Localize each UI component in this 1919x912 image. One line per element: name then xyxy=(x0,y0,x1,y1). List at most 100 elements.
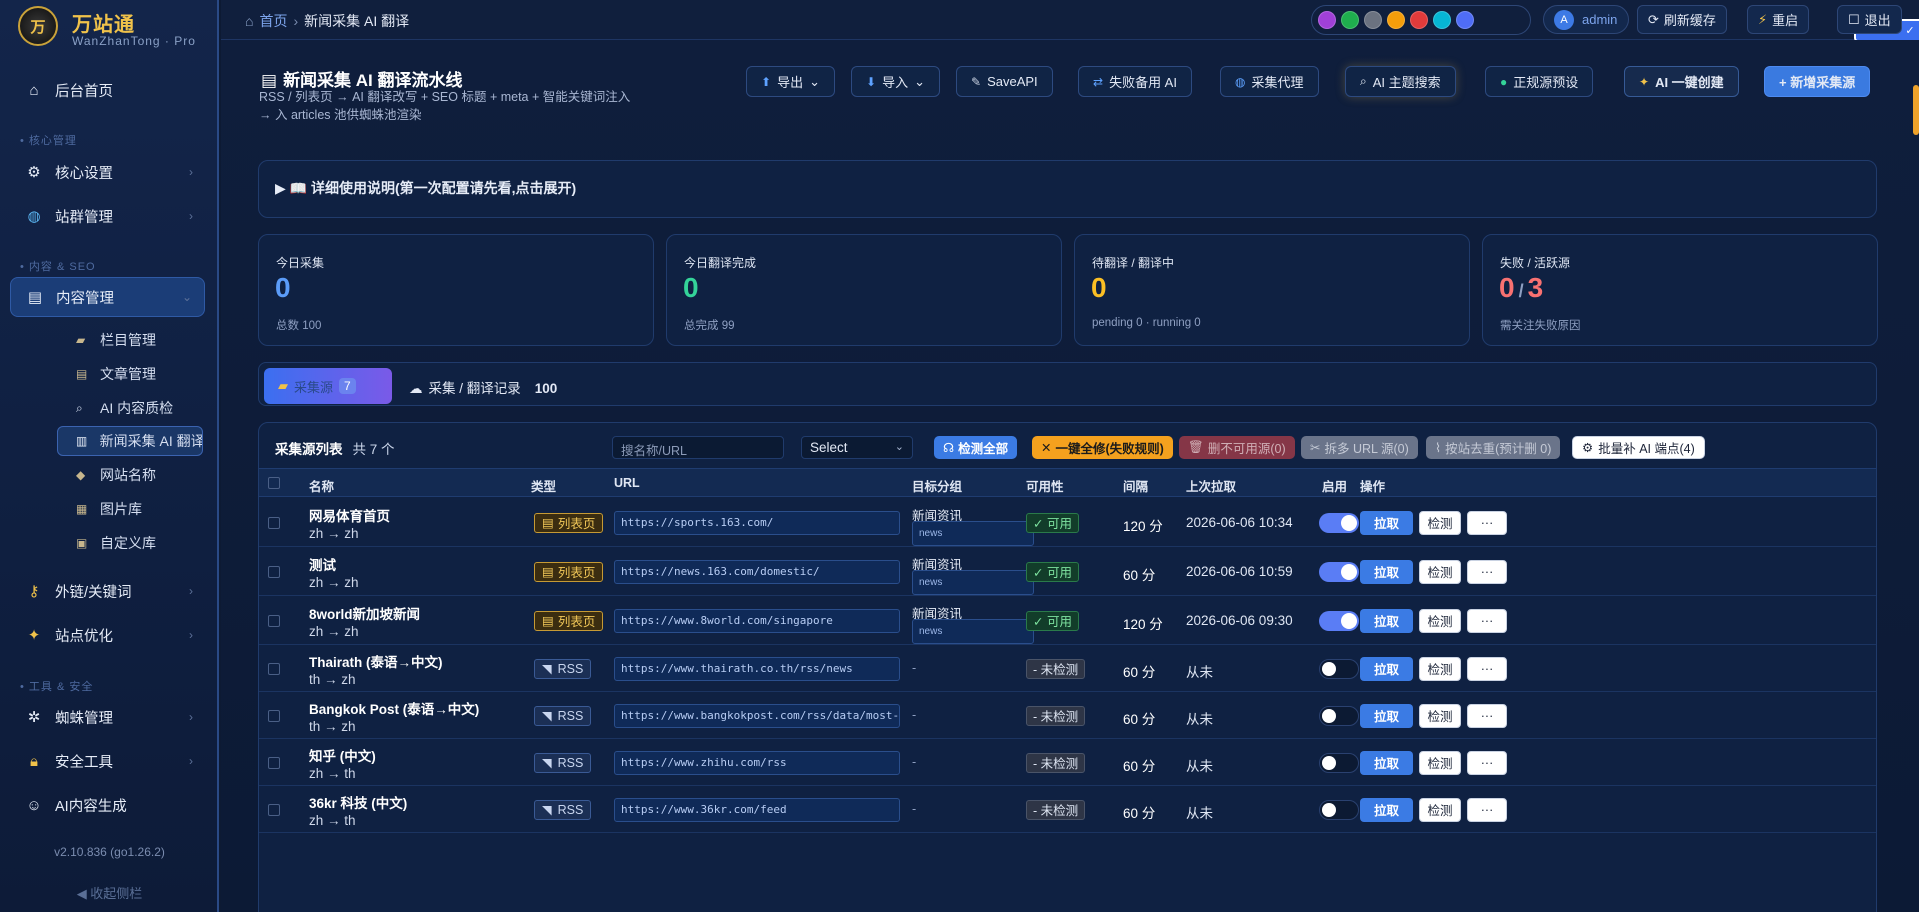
delete-unavailable-button[interactable]: 🗑︎ 删不可用源(0) xyxy=(1179,436,1295,459)
preset-sources-button[interactable]: ● 正规源预设 xyxy=(1485,66,1594,97)
pull-button[interactable]: 拉取 xyxy=(1360,559,1413,584)
group-tag-field[interactable]: news xyxy=(912,569,1034,595)
more-button[interactable]: ··· xyxy=(1467,608,1507,633)
dedupe-button[interactable]: ⌇ 按站去重(预计删 0) xyxy=(1426,436,1561,459)
row-checkbox[interactable] xyxy=(268,709,280,722)
sidebar-item-ai-gen[interactable]: ☺ AI内容生成 xyxy=(10,785,205,825)
guide-toggle[interactable]: ▶ 📖 详细使用说明(第一次配置请先看,点击展开) xyxy=(275,178,576,198)
proxy-button[interactable]: ◍ 采集代理 xyxy=(1220,66,1319,97)
batch-ai-endpoint-button[interactable]: ⚙ 批量补 AI 端点(4) xyxy=(1572,436,1705,459)
tab-records[interactable]: ☁ 采集 / 翻译记录 100 xyxy=(409,377,557,397)
sidebar-item-core-settings[interactable]: ⚙ 核心设置 › xyxy=(10,152,205,192)
url-field[interactable]: https://news.163.com/domestic/ xyxy=(614,559,900,584)
url-field[interactable]: https://www.8world.com/singapore xyxy=(614,608,900,633)
more-button[interactable]: ··· xyxy=(1467,750,1507,775)
sidebar-sub-columns[interactable]: ▰ 栏目管理 xyxy=(58,325,204,355)
check-all-button[interactable]: ☊ 检测全部 xyxy=(934,436,1018,459)
breadcrumb-home[interactable]: 首页 xyxy=(259,13,287,29)
split-url-button[interactable]: ✂ 拆多 URL 源(0) xyxy=(1301,436,1418,459)
check-button[interactable]: 检测 xyxy=(1419,510,1461,535)
select-all-checkbox[interactable] xyxy=(268,477,280,489)
url-field[interactable]: https://www.bangkokpost.com/rss/data/mos… xyxy=(614,703,900,728)
theme-swatch[interactable] xyxy=(1387,11,1405,29)
ai-create-button[interactable]: ✦ AI 一键创建 xyxy=(1624,66,1739,97)
row-checkbox[interactable] xyxy=(268,565,280,578)
enable-toggle[interactable] xyxy=(1319,561,1359,582)
pull-button[interactable]: 拉取 xyxy=(1360,750,1413,775)
more-button[interactable]: ··· xyxy=(1467,797,1507,822)
check-button[interactable]: 检测 xyxy=(1419,608,1461,633)
logout-button[interactable]: ☐ 退出 xyxy=(1837,5,1902,34)
pull-button[interactable]: 拉取 xyxy=(1360,797,1413,822)
check-button[interactable]: 检测 xyxy=(1419,797,1461,822)
fix-all-button[interactable]: ✕ 一键全修(失败规则) xyxy=(1032,436,1173,459)
check-button[interactable]: 检测 xyxy=(1419,703,1461,728)
enable-toggle[interactable] xyxy=(1319,799,1359,820)
check-button[interactable]: 检测 xyxy=(1419,559,1461,584)
sidebar-sub-site-names[interactable]: ◆ 网站名称 xyxy=(58,460,204,490)
user-menu[interactable]: Aadmin xyxy=(1543,5,1629,34)
theme-swatch[interactable] xyxy=(1318,11,1336,29)
stat-card: 待翻译 / 翻译中 0 pending 0 · running 0 xyxy=(1074,234,1470,346)
sidebar-sub-news-translate[interactable]: ▥ 新闻采集 AI 翻译 xyxy=(57,426,203,456)
row-checkbox[interactable] xyxy=(268,614,280,627)
sidebar-item-content[interactable]: ▤ 内容管理 ⌄ xyxy=(10,277,205,317)
theme-swatch[interactable] xyxy=(1341,11,1359,29)
group-tag-field[interactable]: news xyxy=(912,618,1034,644)
search-input[interactable]: 搜名称/URL xyxy=(612,436,784,459)
export-button[interactable]: ⬆ 导出 ⌄ xyxy=(746,66,835,97)
enable-toggle[interactable] xyxy=(1319,658,1359,679)
save-api-button[interactable]: ✎ SaveAPI xyxy=(956,66,1053,97)
group-tag-field[interactable]: news xyxy=(912,520,1034,546)
row-checkbox[interactable] xyxy=(268,516,280,529)
sidebar-item-home[interactable]: ⌂ 后台首页 xyxy=(10,70,205,110)
theme-swatch[interactable] xyxy=(1456,11,1474,29)
enable-toggle[interactable] xyxy=(1319,610,1359,631)
pull-button[interactable]: 拉取 xyxy=(1360,608,1413,633)
pull-button[interactable]: 拉取 xyxy=(1360,703,1413,728)
scrollbar[interactable] xyxy=(1913,85,1919,135)
more-button[interactable]: ··· xyxy=(1467,559,1507,584)
url-field[interactable]: https://www.zhihu.com/rss xyxy=(614,750,900,775)
sidebar-item-spider[interactable]: ✲ 蜘蛛管理 › xyxy=(10,697,205,737)
fallback-ai-button[interactable]: ⇄ 失败备用 AI xyxy=(1078,66,1192,97)
guide-panel[interactable]: ▶ 📖 详细使用说明(第一次配置请先看,点击展开) xyxy=(258,160,1877,218)
pull-button[interactable]: 拉取 xyxy=(1360,510,1413,535)
group-select[interactable]: Select ⌄ xyxy=(801,436,913,459)
broom-icon: ⌇ xyxy=(1435,441,1442,455)
brand-logo[interactable]: 万 xyxy=(18,6,58,46)
row-checkbox[interactable] xyxy=(268,756,280,769)
sidebar-item-security[interactable]: 🔒︎ 安全工具 › xyxy=(10,741,205,781)
check-button[interactable]: 检测 xyxy=(1419,750,1461,775)
enable-toggle[interactable] xyxy=(1319,752,1359,773)
theme-swatch[interactable] xyxy=(1364,11,1382,29)
enable-toggle[interactable] xyxy=(1319,512,1359,533)
sidebar-item-links[interactable]: ⚷ 外链/关键词 › xyxy=(10,571,205,611)
sidebar-sub-custom-lib[interactable]: ▣ 自定义库 xyxy=(58,528,204,558)
url-field[interactable]: https://www.36kr.com/feed xyxy=(614,797,900,822)
theme-swatch[interactable] xyxy=(1433,11,1451,29)
pull-button[interactable]: 拉取 xyxy=(1360,656,1413,681)
sidebar-item-optimize[interactable]: ✦ 站点优化 › xyxy=(10,615,205,655)
more-button[interactable]: ··· xyxy=(1467,656,1507,681)
check-button[interactable]: 检测 xyxy=(1419,656,1461,681)
import-button[interactable]: ⬇ 导入 ⌄ xyxy=(851,66,940,97)
url-field[interactable]: https://sports.163.com/ xyxy=(614,510,900,535)
url-field[interactable]: https://www.thairath.co.th/rss/news xyxy=(614,656,900,681)
sidebar-sub-ai-quality[interactable]: ⌕ AI 内容质检 xyxy=(58,393,204,423)
more-button[interactable]: ··· xyxy=(1467,510,1507,535)
restart-button[interactable]: ⚡ 重启 xyxy=(1747,5,1810,34)
enable-toggle[interactable] xyxy=(1319,705,1359,726)
sidebar-sub-images[interactable]: ▦ 图片库 xyxy=(58,494,204,524)
row-checkbox[interactable] xyxy=(268,803,280,816)
tab-sources[interactable]: ▰ 采集源 7 xyxy=(264,368,392,404)
row-checkbox[interactable] xyxy=(268,662,280,675)
add-source-button[interactable]: + 新增采集源 xyxy=(1764,66,1871,97)
ai-topic-search-button[interactable]: ⌕ AI 主题搜索 xyxy=(1345,66,1456,97)
more-button[interactable]: ··· xyxy=(1467,703,1507,728)
theme-swatch[interactable] xyxy=(1410,11,1428,29)
sidebar-item-sites[interactable]: ◍ 站群管理 › xyxy=(10,196,205,236)
refresh-cache-button[interactable]: ⟳ 刷新缓存 xyxy=(1637,5,1727,34)
collapse-sidebar-button[interactable]: ◀ 收起侧栏 xyxy=(0,883,219,902)
sidebar-sub-articles[interactable]: ▤ 文章管理 xyxy=(58,359,204,389)
